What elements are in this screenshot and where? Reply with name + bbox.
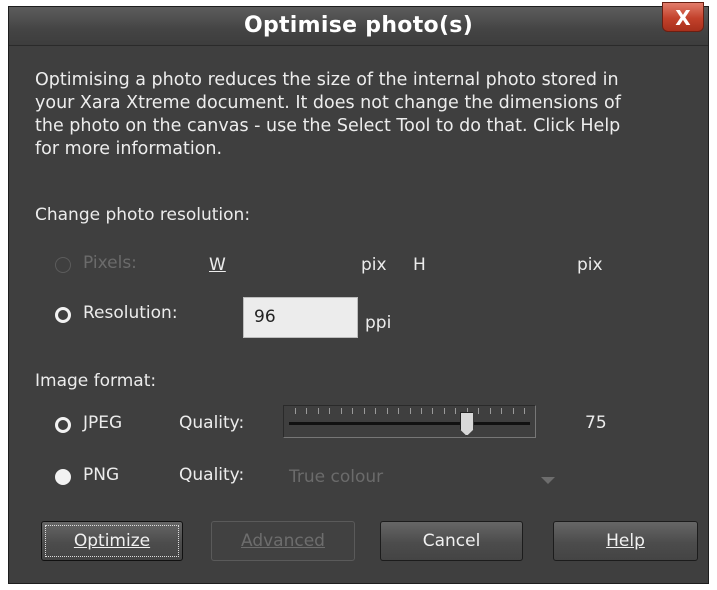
help-button-label: Help	[606, 531, 645, 551]
slider-tick	[512, 408, 514, 414]
width-unit-label: pix	[361, 255, 387, 275]
slider-tick	[340, 408, 342, 414]
advanced-button-label: Advanced	[241, 531, 325, 551]
jpeg-radio[interactable]	[55, 417, 71, 433]
close-button[interactable]: X	[662, 2, 704, 32]
png-label: PNG	[83, 465, 120, 485]
format-section-heading: Image format:	[35, 371, 157, 391]
description-line: your Xara Xtreme document. It does not c…	[35, 93, 621, 113]
pixels-label: Pixels:	[83, 253, 137, 273]
slider-tick	[375, 408, 377, 414]
jpeg-quality-slider[interactable]	[283, 405, 536, 438]
description-line: Optimising a photo reduces the size of t…	[35, 70, 619, 90]
resolution-radio[interactable]	[55, 307, 71, 323]
slider-tick	[501, 408, 503, 414]
description-line: for more information.	[35, 139, 223, 159]
description-text: Optimising a photo reduces the size of t…	[35, 69, 695, 161]
resolution-input[interactable]: 96	[243, 297, 358, 338]
jpeg-label: JPEG	[83, 413, 123, 433]
png-quality-label: Quality:	[179, 465, 245, 485]
advanced-button[interactable]: Advanced	[211, 521, 355, 561]
chevron-down-icon[interactable]	[541, 477, 555, 484]
slider-tick	[489, 408, 491, 414]
slider-tick	[386, 408, 388, 414]
dialog-title: Optimise photo(s)	[243, 13, 474, 38]
slider-tick	[478, 408, 480, 414]
help-button[interactable]: Help	[553, 521, 698, 561]
slider-tick	[398, 408, 400, 414]
jpeg-quality-label: Quality:	[179, 413, 245, 433]
png-quality-select[interactable]: True colour	[289, 467, 383, 487]
optimize-button-label: Optimize	[73, 531, 151, 551]
slider-tick	[329, 408, 331, 414]
slider-tick	[432, 408, 434, 414]
optimize-button[interactable]: Optimize	[41, 521, 183, 561]
png-radio[interactable]	[55, 469, 71, 485]
pixels-radio[interactable]	[55, 257, 71, 273]
slider-tick	[443, 408, 445, 414]
optimise-photo-dialog: Optimise photo(s) X Optimising a photo r…	[8, 2, 709, 584]
slider-tick	[409, 408, 411, 414]
cancel-button[interactable]: Cancel	[380, 521, 523, 561]
title-bar[interactable]: Optimise photo(s) X	[9, 2, 708, 46]
description-line: the photo on the canvas - use the Select…	[35, 116, 621, 136]
slider-tick	[455, 408, 457, 414]
ppi-label: ppi	[365, 313, 392, 333]
slider-tick	[352, 408, 354, 414]
height-unit-label: pix	[577, 255, 603, 275]
resolution-section-heading: Change photo resolution:	[35, 205, 251, 225]
width-label: W	[209, 255, 226, 275]
slider-ticks	[295, 408, 525, 414]
slider-tick	[306, 408, 308, 414]
slider-tick	[317, 408, 319, 414]
height-label: H	[413, 255, 426, 275]
slider-tick	[295, 408, 296, 414]
cancel-button-label: Cancel	[422, 531, 481, 551]
slider-tick	[524, 408, 525, 414]
slider-tick	[420, 408, 422, 414]
jpeg-quality-value: 75	[585, 413, 607, 433]
slider-track	[289, 422, 530, 425]
resolution-label: Resolution:	[83, 303, 178, 323]
slider-tick	[363, 408, 365, 414]
